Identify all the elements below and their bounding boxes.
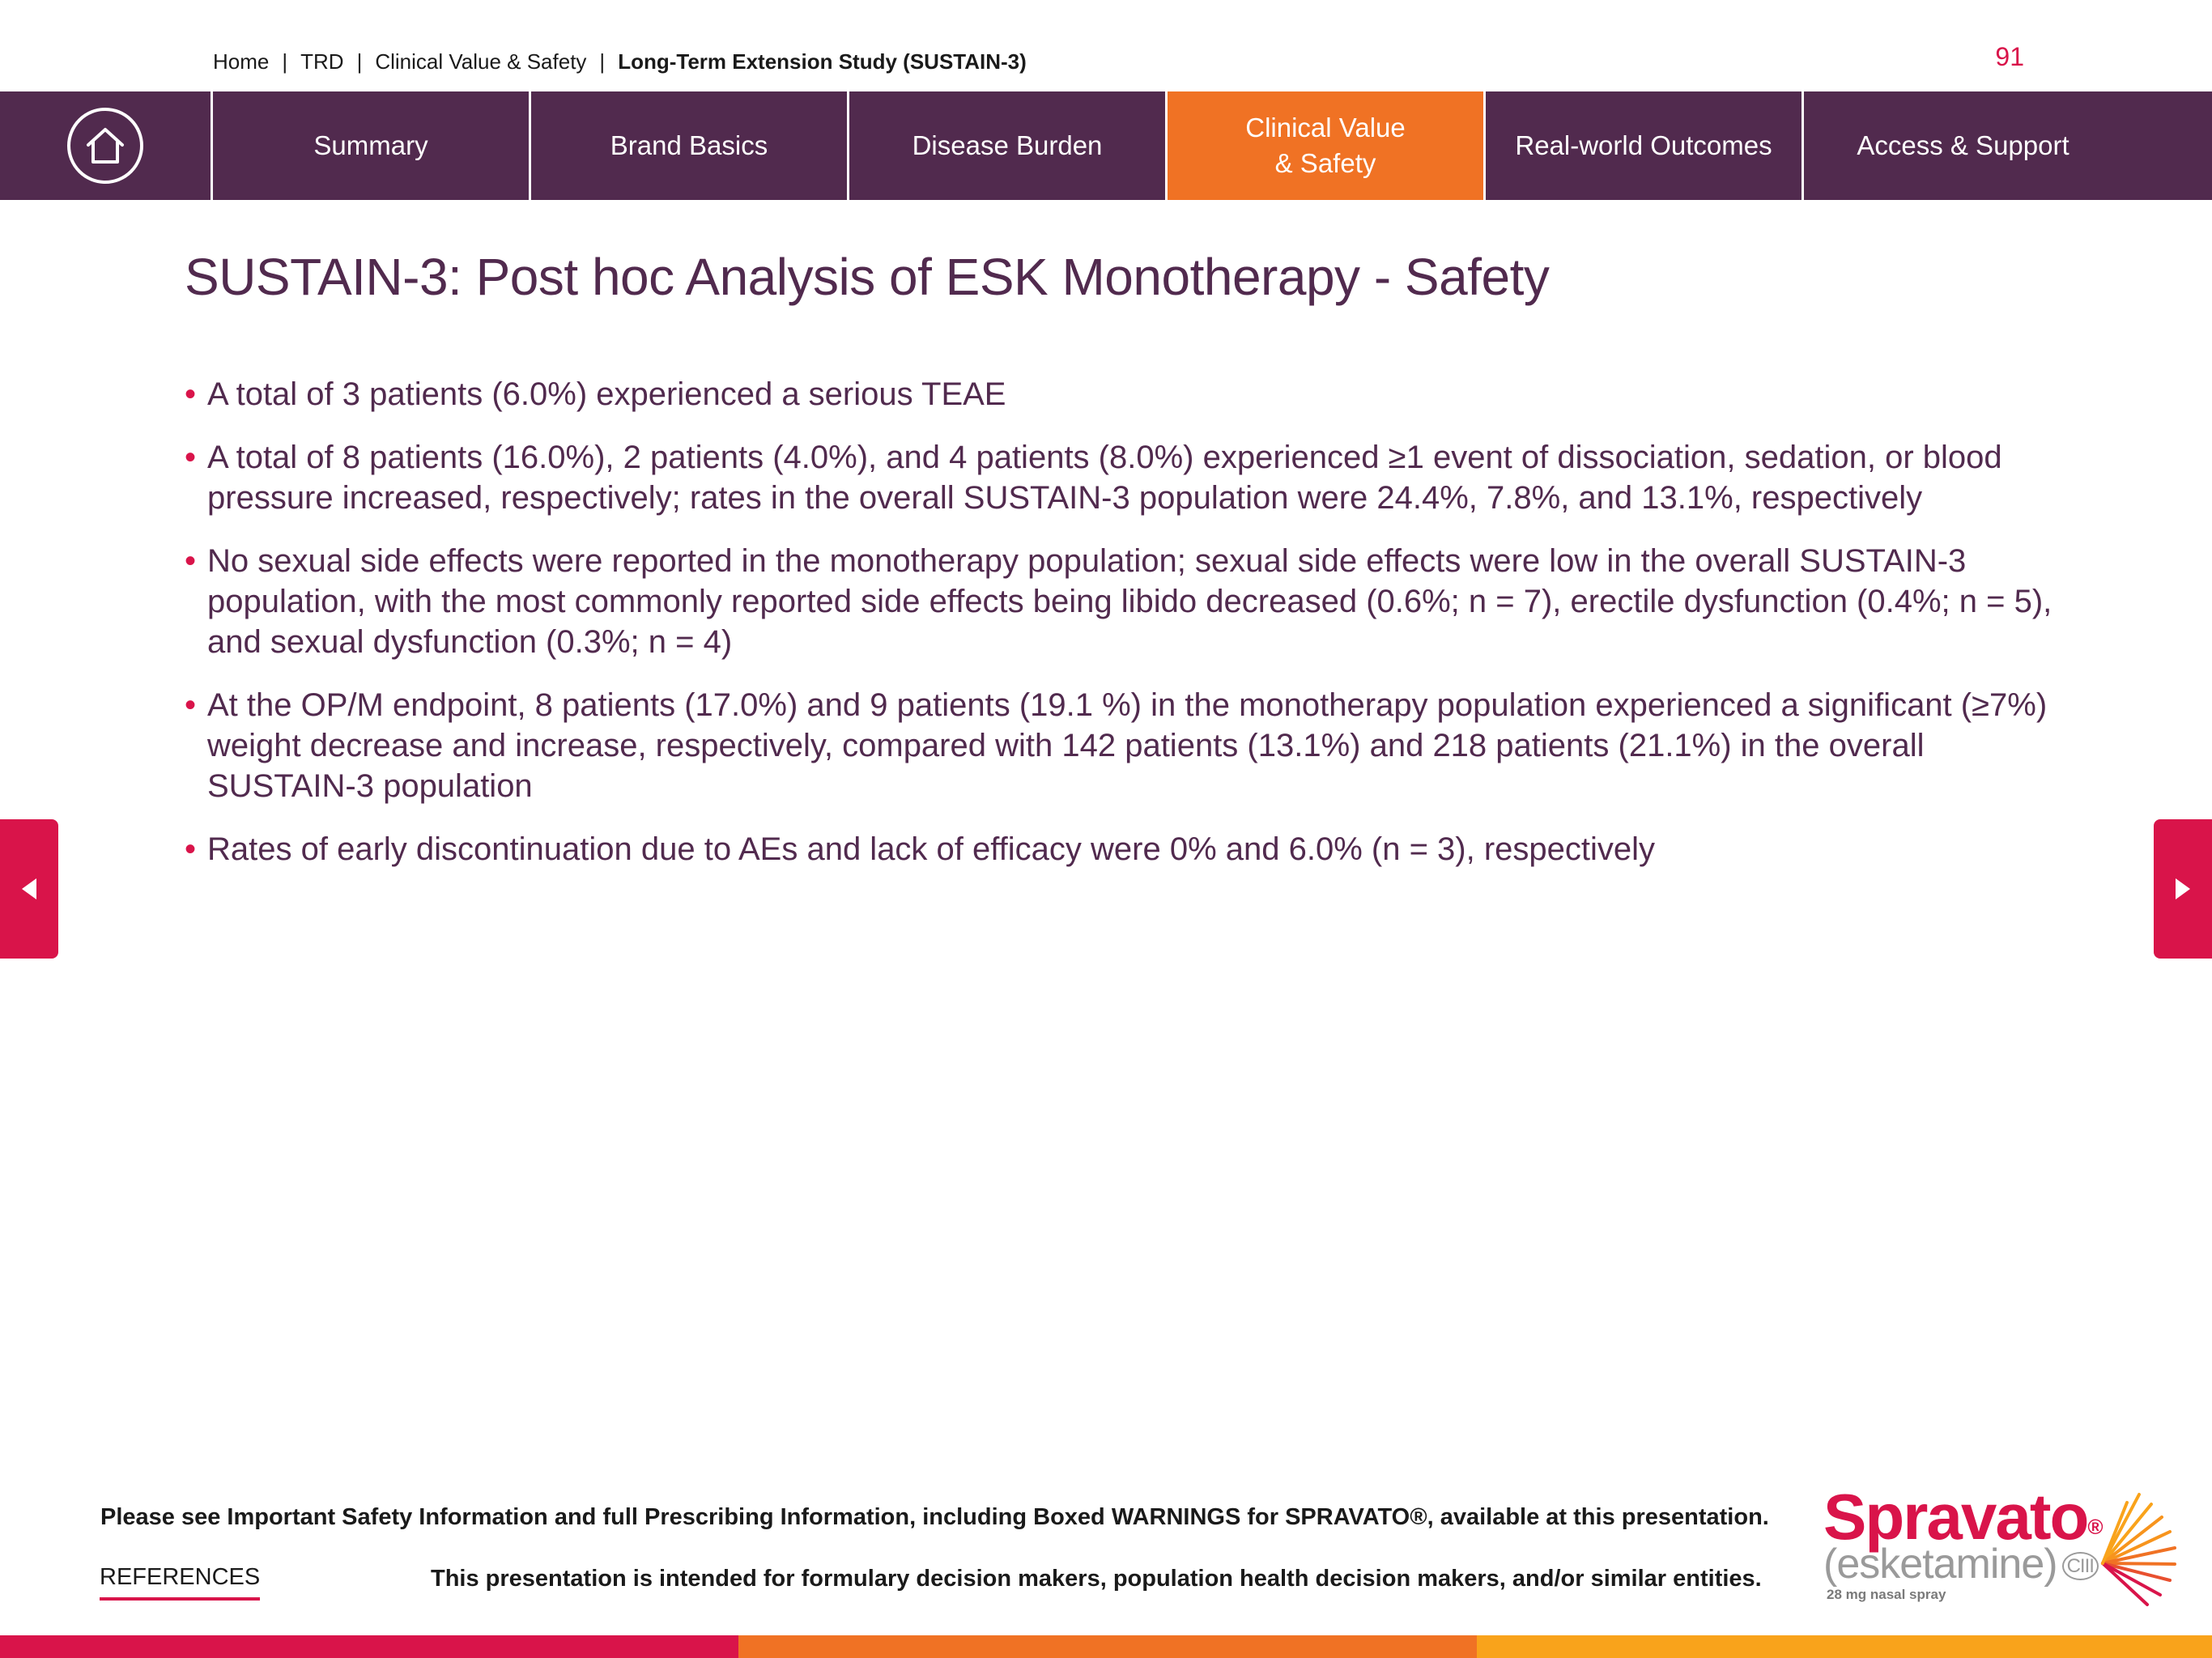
tab-summary[interactable]: Summary bbox=[213, 91, 531, 200]
tab-label: Disease Burden bbox=[912, 130, 1103, 160]
list-item: • No sexual side effects were reported in… bbox=[185, 541, 2055, 662]
previous-slide-button[interactable] bbox=[0, 819, 58, 959]
tab-label: Brand Basics bbox=[610, 130, 768, 160]
breadcrumb-separator: | bbox=[599, 49, 606, 74]
main-nav: Summary Brand Basics Disease Burden Clin… bbox=[0, 91, 2212, 200]
next-slide-button[interactable] bbox=[2154, 819, 2212, 959]
bullet-icon: • bbox=[185, 831, 197, 867]
bottom-bar-yellow bbox=[1477, 1635, 2212, 1658]
tab-label: Summary bbox=[313, 130, 428, 160]
logo-burst-icon bbox=[2101, 1493, 2176, 1606]
list-item: • Rates of early discontinuation due to A… bbox=[185, 829, 2055, 869]
list-item: • A total of 8 patients (16.0%), 2 patien… bbox=[185, 437, 2055, 518]
tab-label: Real-world Outcomes bbox=[1515, 130, 1772, 160]
tab-real-world-outcomes[interactable]: Real-world Outcomes bbox=[1486, 91, 1804, 200]
bullet-text: Rates of early discontinuation due to AE… bbox=[207, 831, 1656, 867]
logo-dose: 28 mg nasal spray bbox=[1827, 1587, 1946, 1602]
next-arrow-icon bbox=[2176, 878, 2190, 899]
list-item: • At the OP/M endpoint, 8 patients (17.0%… bbox=[185, 685, 2055, 806]
home-icon bbox=[87, 128, 124, 164]
bullet-list: • A total of 3 patients (6.0%) experience… bbox=[185, 374, 2055, 892]
logo-generic-name: (esketamine) bbox=[1823, 1541, 2058, 1588]
breadcrumb-trd[interactable]: TRD bbox=[300, 49, 343, 74]
page-title: SUSTAIN-3: Post hoc Analysis of ESK Mono… bbox=[185, 248, 1550, 306]
tab-label-line2: & Safety bbox=[1274, 148, 1376, 178]
home-circle bbox=[67, 108, 143, 184]
tab-label: Clinical Value & Safety bbox=[1245, 110, 1405, 181]
bullet-text: At the OP/M endpoint, 8 patients (17.0%)… bbox=[207, 687, 2048, 804]
breadcrumb-home[interactable]: Home bbox=[213, 49, 269, 74]
bullet-icon: • bbox=[185, 440, 197, 475]
tab-clinical-value-safety[interactable]: Clinical Value & Safety bbox=[1168, 91, 1486, 200]
bullet-icon: • bbox=[185, 376, 197, 412]
references-link[interactable]: REFERENCES bbox=[100, 1564, 261, 1601]
audience-note: This presentation is intended for formul… bbox=[431, 1566, 1762, 1592]
bullet-text: A total of 3 patients (6.0%) experienced… bbox=[207, 376, 1006, 412]
breadcrumb-current: Long-Term Extension Study (SUSTAIN-3) bbox=[618, 49, 1027, 74]
spravato-logo: Spravato® (esketamine) CIII 28 mg nasal s… bbox=[1823, 1483, 2176, 1606]
isi-note: Please see Important Safety Information … bbox=[100, 1504, 1769, 1530]
bullet-icon: • bbox=[185, 543, 197, 579]
bullet-icon: • bbox=[185, 687, 197, 723]
tab-access-support[interactable]: Access & Support bbox=[1804, 91, 2122, 200]
tab-brand-basics[interactable]: Brand Basics bbox=[531, 91, 849, 200]
previous-arrow-icon bbox=[22, 878, 36, 899]
list-item: • A total of 3 patients (6.0%) experience… bbox=[185, 374, 2055, 414]
logo-generic: (esketamine) CIII bbox=[1823, 1540, 2099, 1591]
breadcrumb-separator: | bbox=[282, 49, 288, 74]
bullet-text: A total of 8 patients (16.0%), 2 patient… bbox=[207, 440, 2002, 516]
bullet-text: No sexual side effects were reported in … bbox=[207, 543, 2052, 660]
breadcrumb-clinical-value[interactable]: Clinical Value & Safety bbox=[375, 49, 586, 74]
page-number: 91 bbox=[1995, 42, 2024, 71]
home-button[interactable] bbox=[0, 91, 213, 200]
breadcrumb-separator: | bbox=[356, 49, 363, 74]
tab-label: Access & Support bbox=[1857, 130, 2069, 160]
breadcrumb: Home | TRD | Clinical Value & Safety | L… bbox=[213, 45, 1027, 78]
bottom-color-bar bbox=[0, 1635, 2212, 1658]
tab-label-line1: Clinical Value bbox=[1245, 113, 1406, 142]
bottom-bar-orange bbox=[738, 1635, 1477, 1658]
bottom-bar-red bbox=[0, 1635, 738, 1658]
tab-disease-burden[interactable]: Disease Burden bbox=[849, 91, 1168, 200]
